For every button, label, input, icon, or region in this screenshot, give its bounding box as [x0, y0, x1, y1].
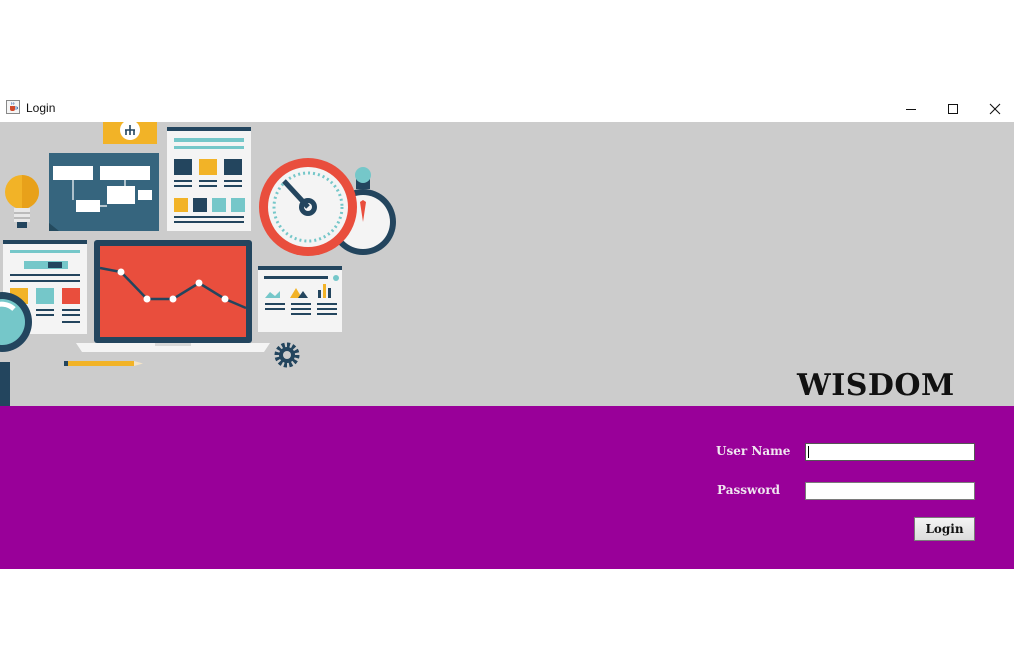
light-bulb-icon — [5, 175, 39, 228]
gear-icon — [274, 342, 300, 368]
minimize-icon — [906, 109, 916, 110]
username-label: User Name — [716, 444, 791, 458]
login-window: Login WISDOM User Name Password Login — [0, 96, 1014, 569]
text-caret — [808, 446, 809, 458]
java-cup-icon — [6, 100, 20, 114]
org-chart-badge-icon — [103, 122, 157, 144]
analytics-illustration — [0, 122, 396, 406]
maximize-icon — [948, 104, 958, 114]
stopwatch-icon — [259, 158, 396, 256]
laptop-chart-icon — [76, 240, 270, 352]
close-icon — [989, 103, 1001, 115]
login-form: User Name Password Login — [0, 406, 1014, 569]
maximize-button[interactable] — [932, 96, 974, 122]
title-bar[interactable]: Login — [0, 96, 1014, 122]
flowchart-board-icon — [49, 153, 159, 231]
password-label: Password — [717, 483, 781, 497]
password-input[interactable] — [805, 482, 975, 500]
username-input[interactable] — [805, 443, 975, 461]
login-button[interactable]: Login — [914, 517, 975, 541]
report-document-icon — [167, 127, 251, 231]
header-banner: WISDOM — [0, 122, 1014, 406]
dashboard-document-icon — [258, 266, 342, 332]
pencil-icon — [64, 361, 143, 366]
close-button[interactable] — [974, 96, 1014, 122]
window-title: Login — [26, 101, 56, 115]
brand-title: WISDOM — [797, 368, 955, 403]
magnifier-icon — [0, 292, 32, 406]
minimize-button[interactable] — [890, 96, 932, 122]
